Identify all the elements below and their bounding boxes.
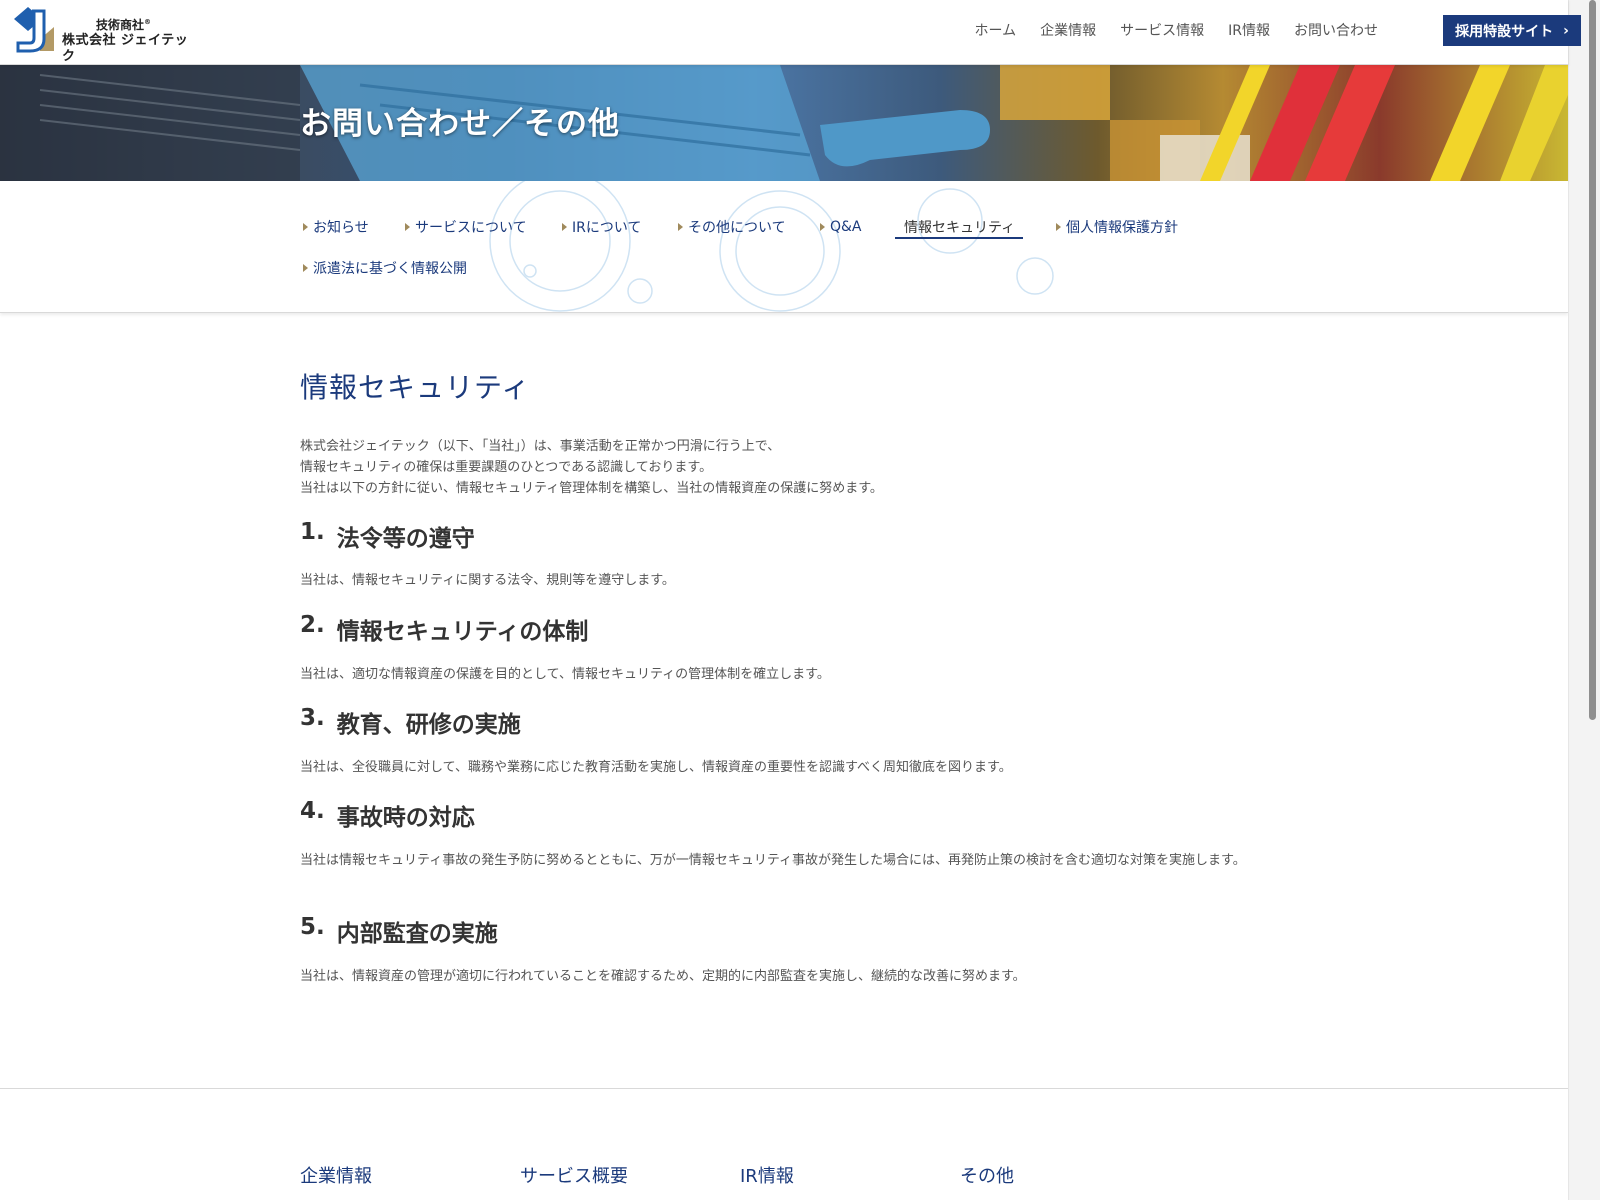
intro-text: 株式会社ジェイテック（以下、「当社」）は、事業活動を正常かつ円滑に行う上で、 情… — [300, 436, 1300, 499]
subnav-item-label: 個人情報保護方針 — [1066, 220, 1178, 236]
logo-mark-icon — [14, 7, 54, 53]
subnav-item-dispatch-law-disclosure[interactable]: 派遣法に基づく情報公開 — [303, 257, 467, 279]
subnav-item-label: Q&A — [830, 219, 862, 235]
intro-line: 株式会社ジェイテック（以下、「当社」）は、事業活動を正常かつ円滑に行う上で、 — [300, 439, 781, 454]
hero-title: お問い合わせ／その他 — [300, 106, 620, 142]
intro-line: 当社は以下の方針に従い、情報セキュリティ管理体制を構築し、当社の情報資産の保護に… — [300, 481, 883, 496]
section-number: 2. — [300, 612, 325, 638]
subnav-item-news[interactable]: お知らせ — [303, 216, 369, 238]
triangle-bullet-icon — [562, 223, 567, 231]
subnav-item-label: 派遣法に基づく情報公開 — [313, 261, 467, 277]
section-number: 1. — [300, 519, 325, 545]
triangle-bullet-icon — [303, 264, 308, 272]
section-heading-3: 3. 教育、研修の実施 — [300, 705, 521, 739]
section-body-2: 当社は、適切な情報資産の保護を目的として、情報セキュリティの管理体制を確立します… — [300, 667, 830, 682]
triangle-bullet-icon — [1056, 223, 1061, 231]
subnav-item-label: 情報セキュリティ — [904, 220, 1016, 236]
nav-service-info[interactable]: サービス情報 — [1108, 21, 1216, 41]
subnav-item-label: サービスについて — [415, 220, 527, 236]
section-heading-5: 5. 内部監査の実施 — [300, 914, 498, 948]
global-nav: ホーム 企業情報 サービス情報 IR情報 お問い合わせ — [963, 21, 1390, 41]
logo-tagline: 技術商社 — [96, 18, 145, 32]
recruit-site-button[interactable]: 採用特設サイト › — [1443, 15, 1581, 46]
section-body-1: 当社は、情報セキュリティに関する法令、規則等を遵守します。 — [300, 573, 675, 588]
page-title: 情報セキュリティ — [300, 371, 531, 404]
subnav-item-ir[interactable]: IRについて — [562, 216, 641, 238]
motherboard-illustration — [0, 65, 1568, 181]
site-header: 技術商社® 株式会社 ジェイテック ホーム 企業情報 サービス情報 IR情報 お… — [0, 0, 1581, 65]
subnav-item-information-security[interactable]: 情報セキュリティ — [904, 216, 1015, 238]
triangle-bullet-icon — [820, 223, 825, 231]
section-heading-1: 1. 法令等の遵守 — [300, 519, 475, 553]
section-heading-2: 2. 情報セキュリティの体制 — [300, 612, 588, 646]
active-tab-underline — [895, 237, 1023, 239]
section-number: 3. — [300, 705, 325, 731]
section-title: 教育、研修の実施 — [336, 712, 521, 738]
hero-banner: お問い合わせ／その他 — [0, 65, 1568, 181]
registered-mark: ® — [144, 18, 152, 26]
nav-company-info[interactable]: 企業情報 — [1028, 21, 1108, 41]
subnav-item-services[interactable]: サービスについて — [405, 216, 527, 238]
nav-ir-info[interactable]: IR情報 — [1216, 21, 1282, 41]
triangle-bullet-icon — [405, 223, 410, 231]
section-title: 事故時の対応 — [336, 805, 475, 831]
triangle-bullet-icon — [303, 223, 308, 231]
scrollbar-thumb[interactable] — [1589, 0, 1596, 720]
section-title: 法令等の遵守 — [336, 526, 475, 552]
section-number: 4. — [300, 798, 325, 824]
subnav-item-qa[interactable]: Q&A — [820, 216, 862, 238]
nav-home[interactable]: ホーム — [963, 21, 1029, 41]
footer-link-ir-info[interactable]: IR情報 — [740, 1162, 794, 1188]
footer-link-service-overview[interactable]: サービス概要 — [520, 1162, 628, 1188]
section-body-4: 当社は情報セキュリティ事故の発生予防に努めるとともに、万が一情報セキュリティ事故… — [300, 853, 1246, 868]
section-subnav: お知らせ サービスについて IRについて その他について Q&A 情報セキュリテ… — [0, 181, 1568, 313]
subnav-item-label: お知らせ — [313, 220, 369, 236]
footer-link-company-info[interactable]: 企業情報 — [300, 1162, 372, 1188]
section-body-5: 当社は、情報資産の管理が適切に行われていることを確認するため、定期的に内部監査を… — [300, 969, 1026, 984]
subnav-item-label: IRについて — [572, 220, 642, 236]
vertical-scrollbar[interactable] — [1568, 0, 1600, 1200]
logo-company-name: 株式会社 ジェイテック — [62, 33, 189, 64]
intro-line: 情報セキュリティの確保は重要課題のひとつである認識しております。 — [300, 460, 713, 475]
recruit-button-label: 採用特設サイト — [1455, 23, 1554, 40]
section-title: 内部監査の実施 — [336, 921, 498, 947]
footer-link-other[interactable]: その他 — [960, 1162, 1014, 1188]
logo-text: 技術商社® 株式会社 ジェイテック — [62, 14, 200, 65]
section-heading-4: 4. 事故時の対応 — [300, 798, 475, 832]
nav-contact[interactable]: お問い合わせ — [1282, 21, 1390, 41]
chevron-right-icon: › — [1563, 22, 1569, 39]
subnav-item-label: その他について — [688, 220, 786, 236]
section-number: 5. — [300, 914, 325, 940]
company-logo[interactable]: 技術商社® 株式会社 ジェイテック — [10, 5, 200, 64]
section-title: 情報セキュリティの体制 — [336, 619, 589, 645]
subnav-item-other[interactable]: その他について — [678, 216, 786, 238]
triangle-bullet-icon — [678, 223, 683, 231]
section-body-3: 当社は、全役職員に対して、職務や業務に応じた教育活動を実施し、情報資産の重要性を… — [300, 760, 1012, 775]
gear-decoration-icon — [489, 181, 1054, 312]
subnav-item-privacy-policy[interactable]: 個人情報保護方針 — [1056, 216, 1178, 238]
footer-divider — [0, 1088, 1568, 1089]
